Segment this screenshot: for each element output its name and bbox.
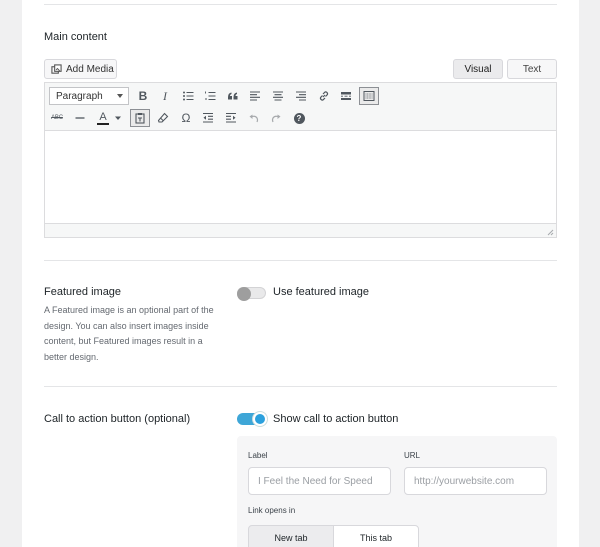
strikethrough-icon[interactable]: ABC bbox=[47, 109, 67, 127]
link-opens-new-tab-option[interactable]: New tab bbox=[248, 525, 334, 547]
featured-image-title: Featured image bbox=[44, 286, 122, 298]
italic-icon[interactable]: I bbox=[155, 87, 175, 105]
cta-title: Call to action button (optional) bbox=[44, 413, 191, 425]
link-opens-this-tab-option[interactable]: This tab bbox=[333, 525, 419, 547]
link-opens-in-label: Link opens in bbox=[248, 506, 296, 515]
toggle-knob bbox=[237, 287, 251, 301]
horizontal-line-icon[interactable] bbox=[70, 109, 90, 127]
cta-toggle-label[interactable]: Show call to action button bbox=[273, 413, 398, 425]
cta-url-field-label: URL bbox=[404, 451, 421, 460]
cta-label-input[interactable] bbox=[248, 467, 391, 495]
toolbar-toggle-icon[interactable] bbox=[359, 87, 379, 105]
redo-icon[interactable] bbox=[266, 109, 286, 127]
outdent-icon[interactable] bbox=[198, 109, 218, 127]
format-select-value: Paragraph bbox=[56, 90, 103, 102]
undo-icon[interactable] bbox=[244, 109, 264, 127]
divider bbox=[44, 4, 557, 5]
text-color-dropdown[interactable] bbox=[113, 109, 122, 127]
help-icon[interactable]: ? bbox=[289, 109, 309, 127]
indent-icon[interactable] bbox=[221, 109, 241, 127]
numbered-list-icon[interactable] bbox=[200, 87, 220, 105]
format-select[interactable]: Paragraph bbox=[49, 87, 129, 105]
text-color-icon[interactable]: A bbox=[92, 109, 114, 127]
settings-panel: Main content Add Media Visual Text Parag… bbox=[22, 0, 579, 547]
featured-image-toggle[interactable] bbox=[237, 287, 266, 301]
read-more-icon[interactable] bbox=[336, 87, 356, 105]
align-left-icon[interactable] bbox=[245, 87, 265, 105]
featured-image-toggle-label[interactable]: Use featured image bbox=[273, 286, 369, 298]
align-center-icon[interactable] bbox=[268, 87, 288, 105]
main-content-title: Main content bbox=[44, 31, 107, 43]
text-color-letter: A bbox=[99, 110, 107, 123]
featured-image-description: A Featured image is an optional part of … bbox=[44, 305, 214, 362]
blockquote-icon[interactable] bbox=[223, 87, 243, 105]
text-color-swatch bbox=[97, 122, 109, 125]
divider bbox=[44, 386, 557, 387]
cta-label-field-label: Label bbox=[248, 451, 268, 460]
clear-formatting-icon[interactable] bbox=[153, 109, 173, 127]
chevron-down-icon bbox=[117, 94, 123, 98]
align-right-icon[interactable] bbox=[291, 87, 311, 105]
special-character-icon[interactable]: Ω bbox=[176, 109, 196, 127]
bullet-list-icon[interactable] bbox=[178, 87, 198, 105]
paste-as-text-icon[interactable] bbox=[130, 109, 150, 127]
add-media-icon bbox=[51, 63, 62, 74]
editor-toolbar: Paragraph B I ABC A Ω ? bbox=[45, 83, 556, 131]
divider bbox=[44, 260, 557, 261]
toggle-knob bbox=[253, 412, 267, 426]
bold-icon[interactable]: B bbox=[133, 87, 153, 105]
tab-text[interactable]: Text bbox=[507, 59, 557, 79]
help-glyph: ? bbox=[293, 112, 305, 124]
resize-handle-icon[interactable] bbox=[546, 228, 554, 236]
add-media-button[interactable]: Add Media bbox=[44, 59, 117, 79]
add-media-label: Add Media bbox=[66, 63, 114, 75]
editor-statusbar bbox=[45, 223, 556, 237]
link-icon[interactable] bbox=[314, 87, 334, 105]
content-editor: Paragraph B I ABC A Ω ? bbox=[44, 82, 557, 238]
tab-visual[interactable]: Visual bbox=[453, 59, 503, 79]
cta-url-input[interactable] bbox=[404, 467, 547, 495]
editor-content-area[interactable] bbox=[45, 131, 556, 225]
cta-toggle[interactable] bbox=[237, 412, 267, 426]
